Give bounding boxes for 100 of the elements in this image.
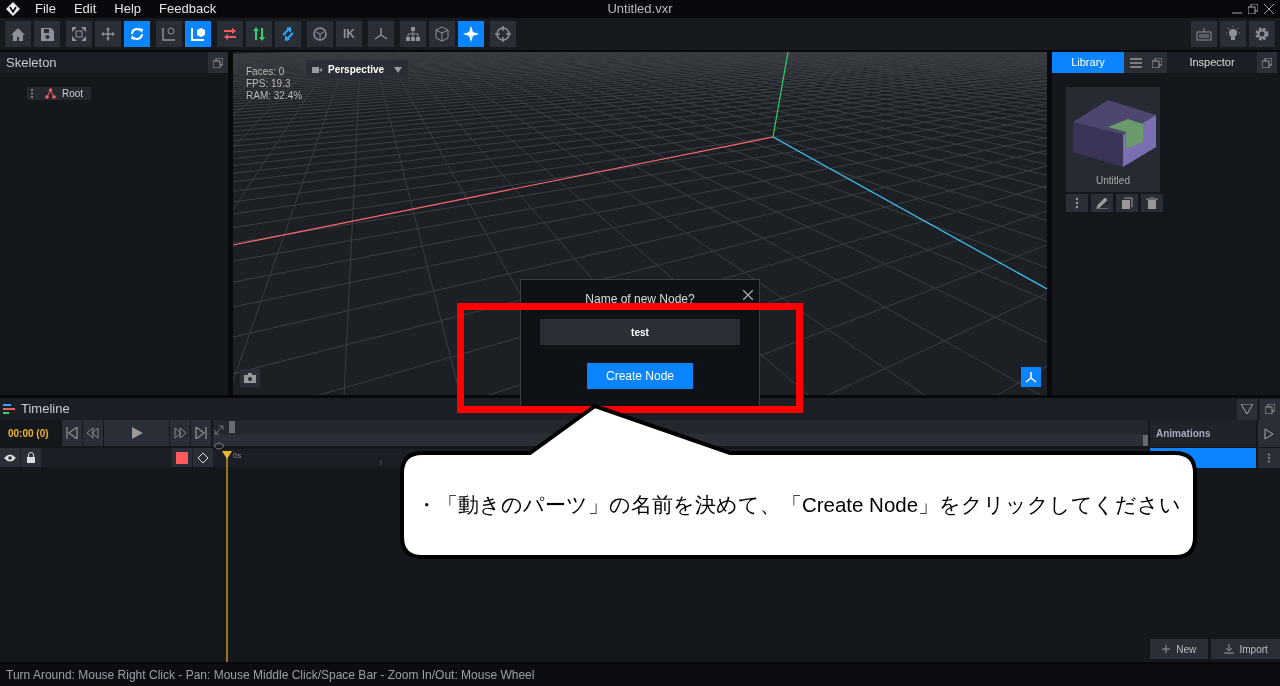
up-down-arrows-button[interactable] xyxy=(246,21,272,47)
square-icon xyxy=(176,451,188,464)
name-field[interactable]: test xyxy=(540,319,740,345)
tree-item[interactable]: Root xyxy=(27,87,91,100)
settings-button[interactable] xyxy=(1249,21,1275,47)
stats-text: RAM: 32.4% xyxy=(246,90,303,102)
panel-title: Animations xyxy=(1150,420,1256,447)
play-button[interactable] xyxy=(1258,420,1280,447)
bone-node-icon xyxy=(45,88,56,99)
fit-view-button[interactable] xyxy=(66,21,92,47)
restore-button[interactable] xyxy=(208,52,228,73)
pencil-icon xyxy=(1096,197,1108,209)
caret-icon xyxy=(394,66,402,73)
cube-button[interactable] xyxy=(429,21,455,47)
ik-button[interactable]: IK xyxy=(336,21,362,47)
window-title: Untitled.vxr xyxy=(606,0,674,18)
swap-arrows-button[interactable] xyxy=(217,21,243,47)
fit-view-icon xyxy=(71,26,87,42)
menu-item[interactable]: Help xyxy=(105,0,151,18)
timeline-icon xyxy=(3,404,15,414)
rotate-icon xyxy=(129,26,145,42)
previous-key-button[interactable] xyxy=(83,420,103,446)
settings-icon xyxy=(1254,26,1270,42)
restore-icon xyxy=(1265,404,1275,414)
restore-icon xyxy=(1262,57,1272,68)
plus-icon xyxy=(1162,645,1171,653)
duplicate-button[interactable] xyxy=(1116,194,1138,212)
range-handle[interactable] xyxy=(229,421,235,433)
create-node-button[interactable]: Create Node xyxy=(587,363,693,389)
diagonal-arrows-icon xyxy=(280,26,296,42)
axes-globe-icon xyxy=(161,26,177,42)
sparkle-button[interactable] xyxy=(458,21,484,47)
new-button[interactable]: New xyxy=(1150,639,1209,659)
playhead[interactable] xyxy=(222,451,232,662)
lock-button[interactable] xyxy=(21,448,41,467)
last-frame-icon xyxy=(195,427,207,439)
diagonal-arrows-button[interactable] xyxy=(275,21,301,47)
joint-rotate-icon xyxy=(312,26,328,42)
home-button[interactable] xyxy=(5,21,31,47)
last-frame-button[interactable] xyxy=(191,420,211,446)
menu-item[interactable]: File xyxy=(26,0,65,18)
axes-button[interactable] xyxy=(1021,367,1041,387)
restore-icon[interactable] xyxy=(1248,4,1258,14)
play-button[interactable] xyxy=(104,420,169,446)
next-key-icon xyxy=(174,427,186,439)
screenshot-button[interactable] xyxy=(240,369,260,387)
lightbulb-button[interactable] xyxy=(1220,21,1246,47)
restore-button[interactable] xyxy=(1260,398,1280,420)
sparkle-icon xyxy=(463,26,479,42)
key-color-button[interactable] xyxy=(172,448,192,467)
library-thumbnail[interactable]: Untitled xyxy=(1066,87,1160,192)
close-icon[interactable] xyxy=(1264,4,1274,14)
axes-globe-button[interactable] xyxy=(156,21,182,47)
filter-button[interactable] xyxy=(1237,398,1257,420)
keyframe-button[interactable] xyxy=(193,448,213,467)
status-bar: Turn Around: Mouse Right Click - Pan: Mouse Middle Click/Space Bar - Zoom In/Out: Mouse Wheel xyxy=(0,664,1280,686)
restore-button[interactable] xyxy=(1257,52,1277,73)
edit-button[interactable] xyxy=(1091,194,1113,212)
target-button[interactable] xyxy=(490,21,516,47)
rotate-button[interactable] xyxy=(124,21,150,47)
more-button[interactable] xyxy=(1066,194,1088,212)
resize-icon[interactable] xyxy=(214,424,224,435)
panel-tab[interactable]: Library xyxy=(1052,52,1124,73)
move-button[interactable] xyxy=(95,21,121,47)
lightbulb-icon xyxy=(1225,26,1241,42)
previous-key-icon xyxy=(87,427,99,439)
view-dropdown[interactable]: Perspective xyxy=(306,60,408,79)
filter-icon xyxy=(1241,404,1253,414)
restore-icon xyxy=(1152,57,1162,68)
import-button[interactable]: Import xyxy=(1211,639,1280,659)
save-icon xyxy=(39,26,55,42)
first-frame-icon xyxy=(66,427,78,439)
swap-arrows-icon xyxy=(222,26,238,42)
axes-cube-button[interactable] xyxy=(185,21,211,47)
panel-title: Timeline xyxy=(20,400,71,419)
restore-button[interactable] xyxy=(1147,52,1167,73)
joint-rotate-button[interactable] xyxy=(307,21,333,47)
joint-axes-button[interactable] xyxy=(368,21,394,47)
lock-icon xyxy=(26,452,36,463)
eye-icon xyxy=(214,441,224,450)
cube-icon xyxy=(434,26,450,42)
stats-text: FPS: 19.3 xyxy=(246,78,292,90)
restore-icon xyxy=(213,57,223,68)
range-handle[interactable] xyxy=(1143,435,1148,446)
first-frame-button[interactable] xyxy=(62,420,82,446)
play-icon xyxy=(1264,427,1274,440)
hierarchy-button[interactable] xyxy=(400,21,426,47)
save-button[interactable] xyxy=(34,21,60,47)
panel-tab[interactable]: Inspector xyxy=(1167,52,1257,73)
axes-cube-icon xyxy=(190,26,206,42)
menu-icon xyxy=(1129,57,1142,68)
menu-item[interactable]: Edit xyxy=(64,0,106,18)
keyboard-icon xyxy=(1196,26,1212,42)
menu-item[interactable]: Feedback xyxy=(150,0,226,18)
joint-axes-icon xyxy=(373,26,389,42)
delete-button[interactable] xyxy=(1141,194,1163,212)
panel-title: Skeleton xyxy=(5,53,58,72)
visibility-button[interactable] xyxy=(0,448,20,467)
close-icon[interactable] xyxy=(743,289,753,300)
menu-button[interactable] xyxy=(1124,52,1147,73)
